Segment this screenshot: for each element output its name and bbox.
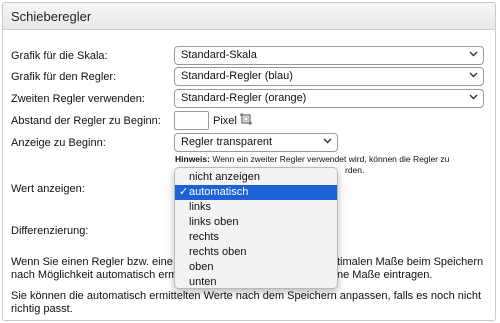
para1-line2-left: nach Möglichkeit automatisch ermi [11,269,180,281]
second-slider-select[interactable]: Standard-Regler (orange) [174,89,484,108]
panel-title: Schieberegler [11,9,92,24]
show-value-label: Wert anzeigen: [11,183,85,195]
differentiation-label: Differenzierung: [11,225,89,237]
info-paragraph-2: Sie können die automatisch ermittelten W… [11,290,486,316]
panel-header: Schieberegler [3,3,495,30]
slider-graphic-select[interactable]: Standard-Regler (blau) [174,67,484,86]
second-slider-value: Standard-Regler (orange) [181,92,307,104]
second-slider-label: Zweiten Regler verwenden: [11,93,145,105]
para1-line2-right: ne Maße eintragen. [337,269,433,281]
dropdown-option[interactable]: links [175,200,337,215]
dropdown-option[interactable]: nicht anzeigen [175,170,337,185]
distance-unit: Pixel [213,115,237,127]
dropdown-option[interactable]: rechts oben [175,245,337,260]
hint-line2: rden. [345,165,365,175]
hint-line1: Wenn ein zweiter Regler verwendet wird, … [212,154,450,164]
crosshair-grid-icon[interactable] [240,113,252,125]
slider-graphic-value: Standard-Regler (blau) [181,70,293,82]
para2-line2: richtig passt. [11,303,73,315]
display-start-select[interactable]: Regler transparent [174,133,338,152]
scale-graphic-select[interactable]: Standard-Skala [174,46,484,65]
chevron-down-icon [323,136,332,148]
distance-label: Abstand der Regler zu Beginn: [11,115,161,127]
show-value-dropdown-menu: nicht anzeigen ✓automatisch links links … [174,167,338,289]
dropdown-option[interactable]: unten [175,275,337,290]
hint-bold: Hinweis: [175,154,210,164]
dropdown-option[interactable]: rechts [175,230,337,245]
slider-graphic-label: Grafik für den Regler: [11,71,117,83]
display-start-value: Regler transparent [181,136,273,148]
distance-input[interactable] [174,111,209,130]
dropdown-option[interactable]: links oben [175,215,337,230]
display-start-label: Anzeige zu Beginn: [11,137,106,149]
chevron-down-icon [469,70,478,82]
dropdown-option-selected[interactable]: ✓automatisch [175,185,337,200]
para1-line1-right: timalen Maße beim Speichern [337,256,484,268]
para1-line1-left: Wenn Sie einen Regler bzw. eine S [11,256,184,268]
scale-graphic-value: Standard-Skala [181,49,257,61]
scale-graphic-label: Grafik für die Skala: [11,50,108,62]
dropdown-option[interactable]: oben [175,260,337,275]
chevron-down-icon [469,49,478,61]
chevron-down-icon [469,92,478,104]
checkmark-icon: ✓ [179,186,189,198]
para2-line1: Sie können die automatisch ermittelten W… [11,290,482,302]
